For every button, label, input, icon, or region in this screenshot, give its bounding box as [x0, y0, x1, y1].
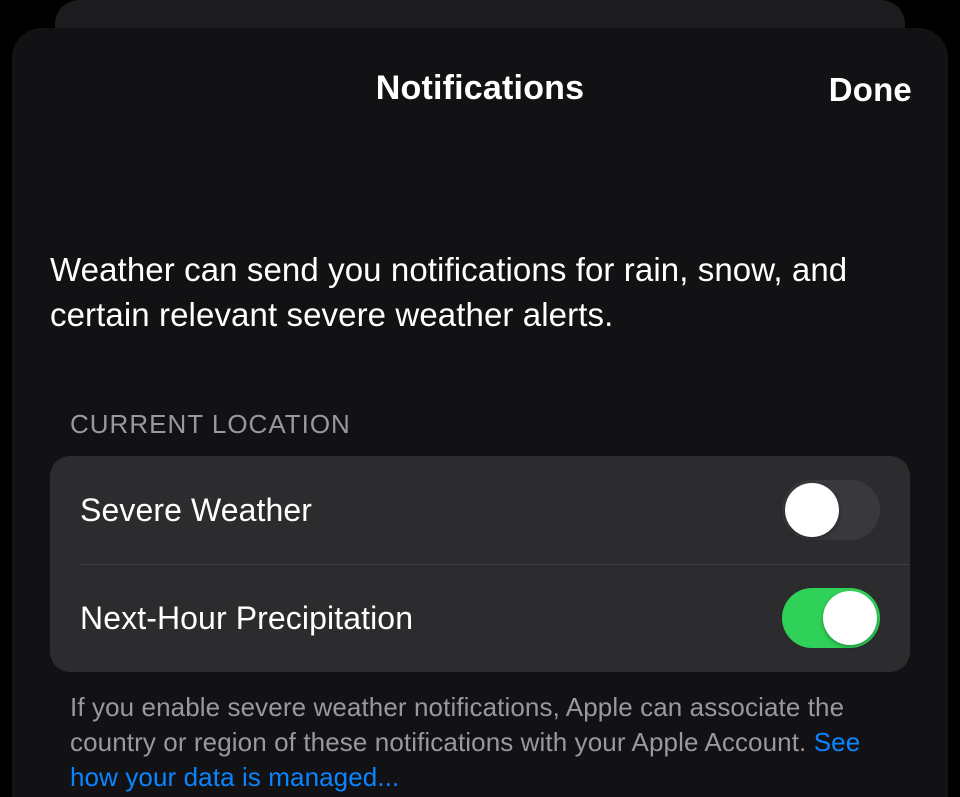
toggle-knob — [785, 483, 839, 537]
row-next-hour-precipitation: Next-Hour Precipitation — [50, 564, 910, 672]
section-header: CURRENT LOCATION — [50, 409, 910, 456]
settings-group: Severe Weather Next-Hour Precipitation — [50, 456, 910, 672]
toggle-next-hour-precipitation[interactable] — [782, 588, 880, 648]
done-button[interactable]: Done — [829, 71, 912, 109]
intro-text: Weather can send you notifications for r… — [12, 148, 948, 337]
row-label-next-hour-precipitation: Next-Hour Precipitation — [80, 600, 413, 637]
toggle-severe-weather[interactable] — [782, 480, 880, 540]
section-footer: If you enable severe weather notificatio… — [50, 672, 910, 795]
footer-text: If you enable severe weather notificatio… — [70, 692, 844, 757]
row-label-severe-weather: Severe Weather — [80, 492, 312, 529]
current-location-section: CURRENT LOCATION Severe Weather Next-Hou… — [12, 409, 948, 795]
nav-bar: Notifications Done — [12, 28, 948, 148]
page-title: Notifications — [376, 69, 585, 108]
modal-sheet: Notifications Done Weather can send you … — [12, 28, 948, 797]
toggle-knob — [823, 591, 877, 645]
row-severe-weather: Severe Weather — [50, 456, 910, 564]
